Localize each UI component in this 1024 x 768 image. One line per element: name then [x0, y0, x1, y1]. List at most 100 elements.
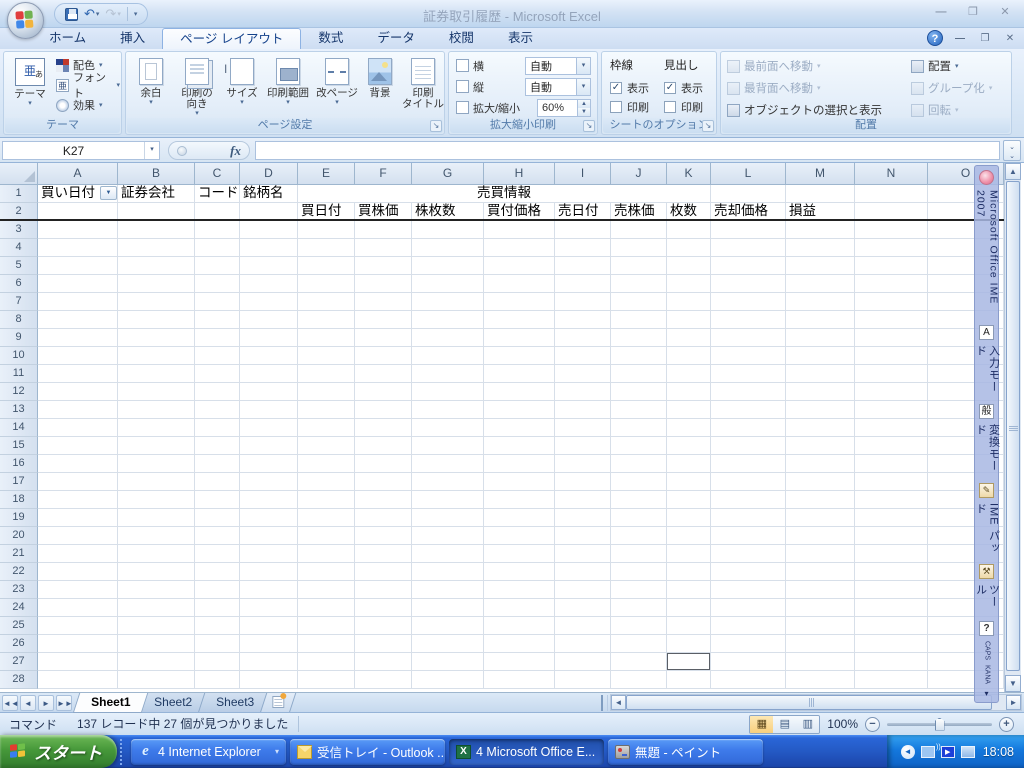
cell-J20[interactable]: [611, 527, 667, 545]
cell-M9[interactable]: [786, 329, 855, 347]
cell-I20[interactable]: [555, 527, 611, 545]
cell-C5[interactable]: [195, 257, 240, 275]
cell-I18[interactable]: [555, 491, 611, 509]
row-header-19[interactable]: 19: [0, 509, 38, 527]
cell-B14[interactable]: [118, 419, 195, 437]
bring-to-front-button[interactable]: 最前面へ移動 ▾: [727, 55, 882, 77]
cell-F5[interactable]: [355, 257, 412, 275]
cell-I3[interactable]: [555, 221, 611, 239]
cell-E5[interactable]: [298, 257, 355, 275]
cell-A20[interactable]: [38, 527, 118, 545]
cell-F7[interactable]: [355, 293, 412, 311]
cell-J24[interactable]: [611, 599, 667, 617]
column-header-N[interactable]: N: [855, 163, 928, 185]
cell-I23[interactable]: [555, 581, 611, 599]
cell-C15[interactable]: [195, 437, 240, 455]
cell-K6[interactable]: [667, 275, 711, 293]
cell-G7[interactable]: [412, 293, 484, 311]
cell-D21[interactable]: [240, 545, 298, 563]
cell-M5[interactable]: [786, 257, 855, 275]
cell-B19[interactable]: [118, 509, 195, 527]
zoom-slider[interactable]: [887, 723, 992, 726]
cell-L15[interactable]: [711, 437, 786, 455]
cell-B11[interactable]: [118, 365, 195, 383]
caps-indicator[interactable]: CAPS: [983, 641, 991, 660]
cell-G21[interactable]: [412, 545, 484, 563]
cell-N16[interactable]: [855, 455, 928, 473]
cell-C9[interactable]: [195, 329, 240, 347]
cell-G5[interactable]: [412, 257, 484, 275]
cell-B8[interactable]: [118, 311, 195, 329]
cell-G15[interactable]: [412, 437, 484, 455]
cell-H15[interactable]: [484, 437, 555, 455]
cell-D17[interactable]: [240, 473, 298, 491]
cell-C7[interactable]: [195, 293, 240, 311]
cell-G6[interactable]: [412, 275, 484, 293]
headings-print-checkbox[interactable]: [664, 101, 676, 113]
cell-N2[interactable]: [855, 203, 928, 219]
hide-icons-chevron-icon[interactable]: ◄: [901, 745, 915, 759]
cell-G16[interactable]: [412, 455, 484, 473]
cell-H11[interactable]: [484, 365, 555, 383]
cell-D8[interactable]: [240, 311, 298, 329]
ribbon-tab-5[interactable]: データ: [360, 28, 432, 49]
column-header-M[interactable]: M: [786, 163, 855, 185]
cell-I26[interactable]: [555, 635, 611, 653]
office-button[interactable]: [7, 2, 44, 39]
row-header-12[interactable]: 12: [0, 383, 38, 401]
cell-N13[interactable]: [855, 401, 928, 419]
cell-G9[interactable]: [412, 329, 484, 347]
formula-input[interactable]: [255, 141, 1000, 160]
ribbon-tab-4[interactable]: 数式: [301, 28, 360, 49]
cell-M1[interactable]: [786, 185, 855, 203]
cell-A12[interactable]: [38, 383, 118, 401]
input-mode-icon[interactable]: A: [979, 325, 994, 340]
cell-C13[interactable]: [195, 401, 240, 419]
row-header-3[interactable]: 3: [0, 221, 38, 239]
cell-B10[interactable]: [118, 347, 195, 365]
cell-E18[interactable]: [298, 491, 355, 509]
cell-C28[interactable]: [195, 671, 240, 689]
cell-D1[interactable]: 銘柄名: [240, 185, 298, 203]
cell-C26[interactable]: [195, 635, 240, 653]
cell-E14[interactable]: [298, 419, 355, 437]
cell-B16[interactable]: [118, 455, 195, 473]
cell-E17[interactable]: [298, 473, 355, 491]
conversion-mode-label[interactable]: 変換モード: [974, 424, 1000, 478]
cell-F25[interactable]: [355, 617, 412, 635]
cell-C4[interactable]: [195, 239, 240, 257]
ime-logo-icon[interactable]: [979, 170, 994, 185]
cell-N8[interactable]: [855, 311, 928, 329]
cell-B6[interactable]: [118, 275, 195, 293]
cell-E21[interactable]: [298, 545, 355, 563]
cell-C22[interactable]: [195, 563, 240, 581]
cell-F18[interactable]: [355, 491, 412, 509]
cell-A15[interactable]: [38, 437, 118, 455]
vertical-scrollbar[interactable]: ▲ ▼: [1004, 163, 1021, 692]
cell-E28[interactable]: [298, 671, 355, 689]
cell-F8[interactable]: [355, 311, 412, 329]
cell-N5[interactable]: [855, 257, 928, 275]
cell-N7[interactable]: [855, 293, 928, 311]
column-header-K[interactable]: K: [667, 163, 711, 185]
cell-H16[interactable]: [484, 455, 555, 473]
zoom-level[interactable]: 100%: [827, 717, 858, 731]
headings-print-checkbox-row[interactable]: 印刷: [664, 97, 712, 116]
row-header-18[interactable]: 18: [0, 491, 38, 509]
cell-D20[interactable]: [240, 527, 298, 545]
cell-M28[interactable]: [786, 671, 855, 689]
cell-D15[interactable]: [240, 437, 298, 455]
cell-I24[interactable]: [555, 599, 611, 617]
cell-A23[interactable]: [38, 581, 118, 599]
cell-I22[interactable]: [555, 563, 611, 581]
cell-E20[interactable]: [298, 527, 355, 545]
row-header-10[interactable]: 10: [0, 347, 38, 365]
cell-M22[interactable]: [786, 563, 855, 581]
cell-H17[interactable]: [484, 473, 555, 491]
taskbar-button-excel[interactable]: X4 Microsoft Office E...▾: [449, 739, 604, 765]
cell-I17[interactable]: [555, 473, 611, 491]
cell-E12[interactable]: [298, 383, 355, 401]
ribbon-tab-7[interactable]: 表示: [491, 28, 550, 49]
cell-A25[interactable]: [38, 617, 118, 635]
cell-L21[interactable]: [711, 545, 786, 563]
